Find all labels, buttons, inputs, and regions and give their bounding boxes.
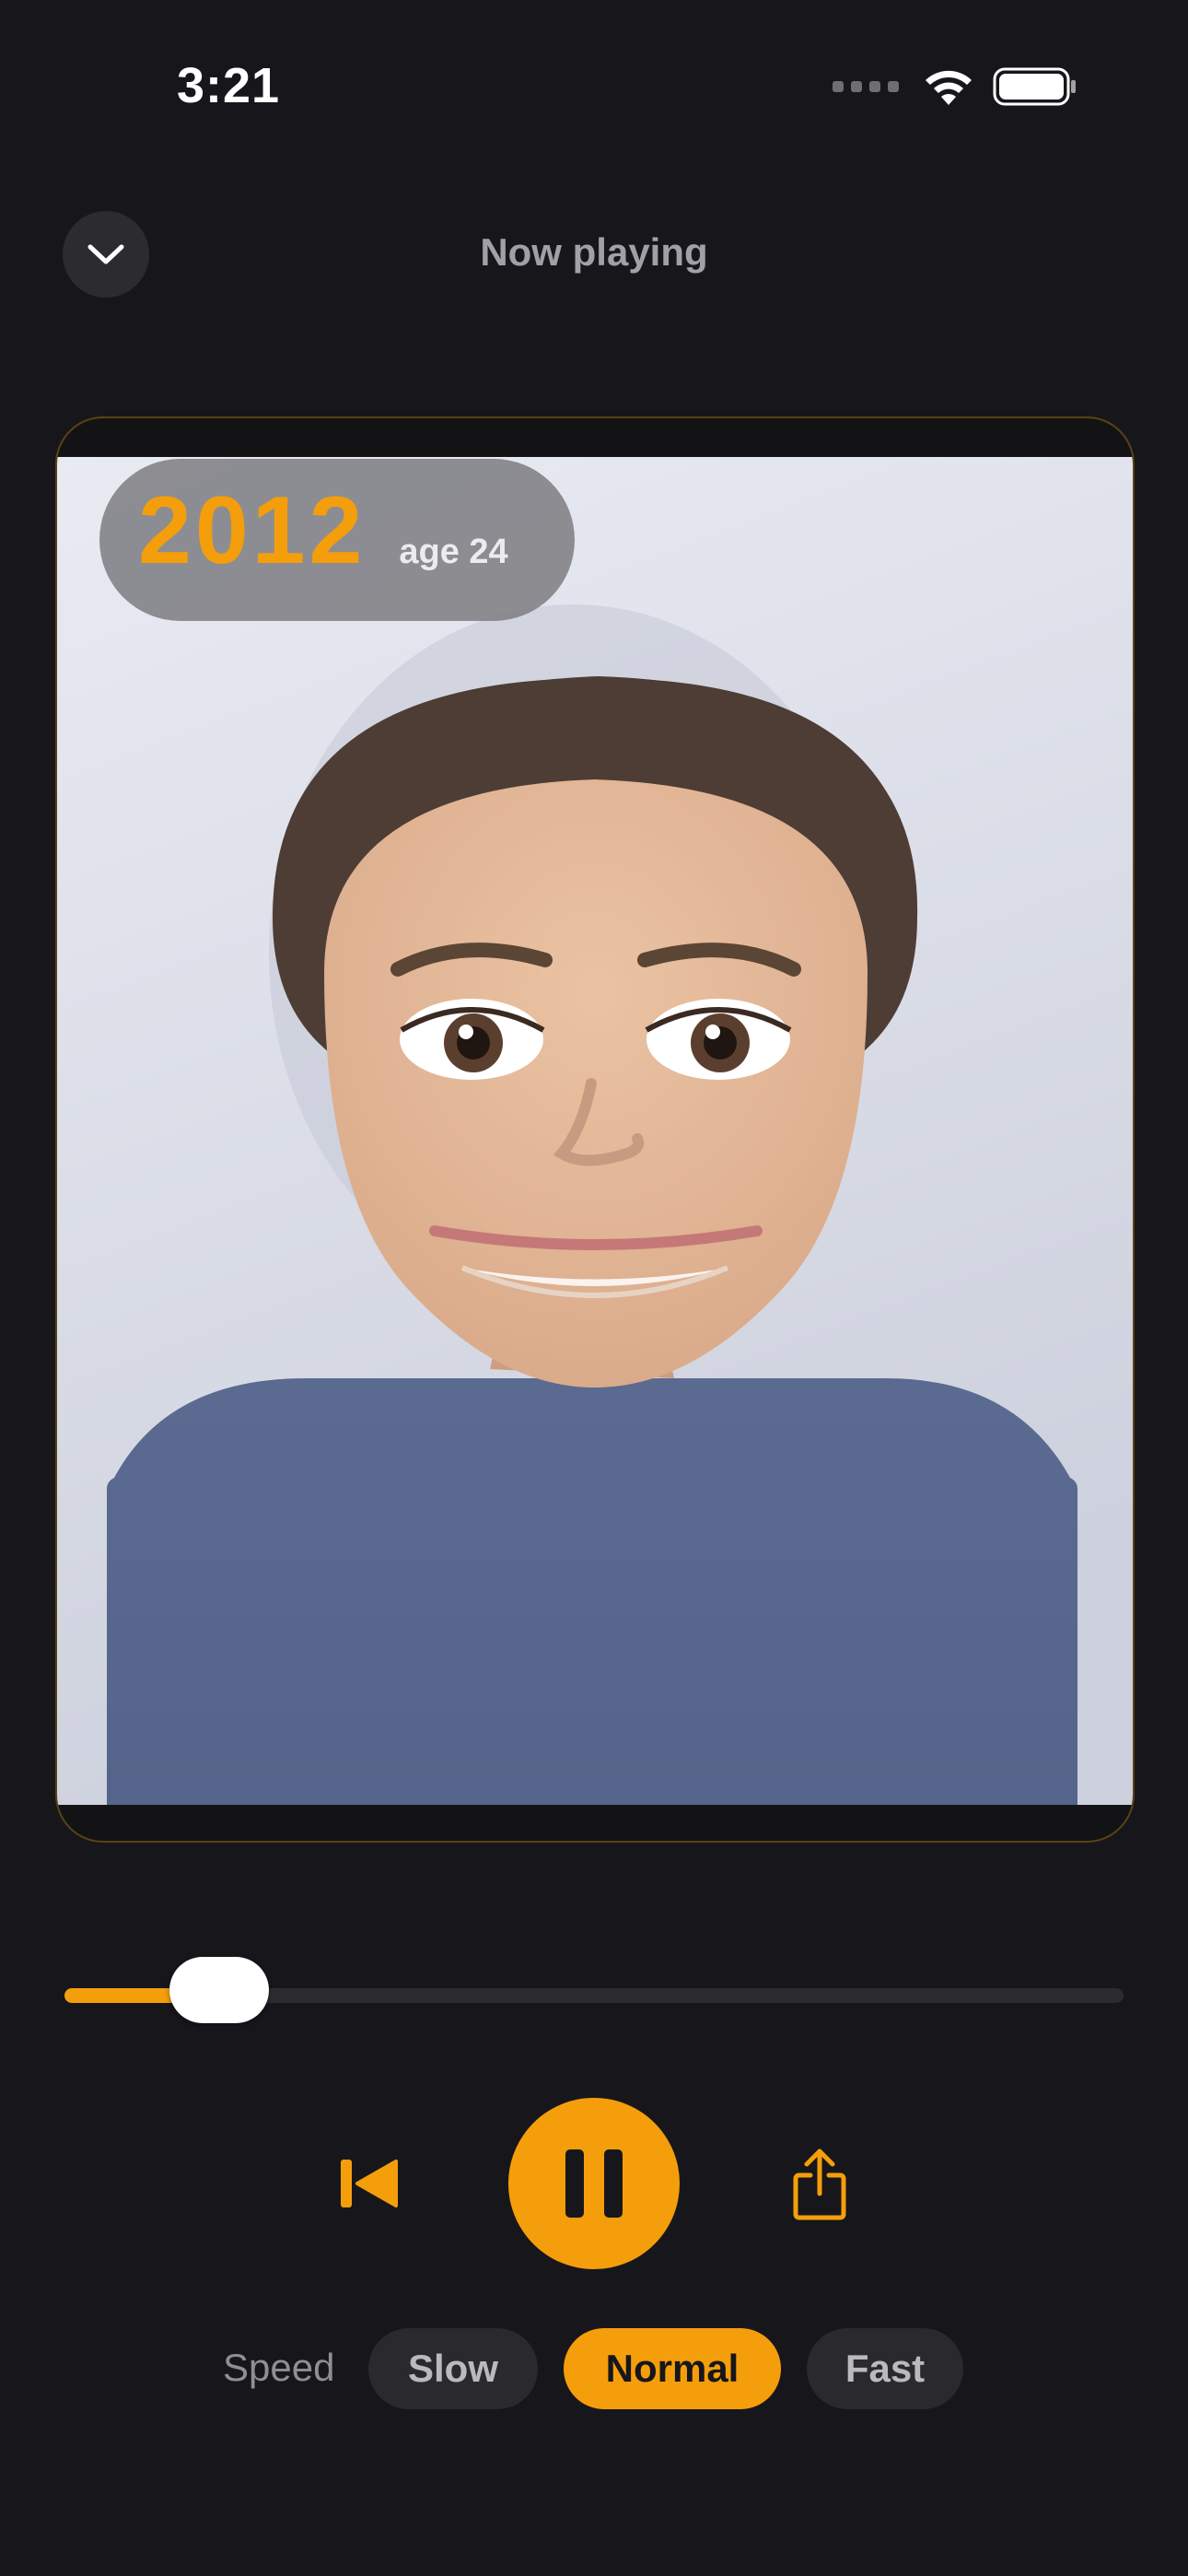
now-playing-screen: 3:21 Now playing 2012 age 24 Speed Slow … — [0, 0, 1188, 2576]
speed-label: Speed — [223, 2346, 335, 2389]
battery-icon — [993, 67, 1076, 106]
status-time: 3:21 — [177, 58, 281, 113]
age-label: age 24 — [399, 533, 508, 571]
rewind-button[interactable] — [330, 2150, 407, 2217]
speed-option-fast[interactable]: Fast — [807, 2328, 963, 2409]
cellular-signal-icon — [833, 81, 899, 92]
speed-option-slow[interactable]: Slow — [368, 2328, 538, 2409]
playback-scrubber[interactable] — [64, 1957, 1124, 2023]
share-button[interactable] — [783, 2143, 856, 2226]
portrait-image — [57, 457, 1133, 1805]
skip-back-icon — [341, 2160, 398, 2207]
wifi-icon — [926, 70, 972, 105]
media-card: 2012 age 24 — [55, 416, 1135, 1843]
pause-icon — [565, 2149, 623, 2218]
status-indicators — [833, 64, 1077, 109]
page-title: Now playing — [480, 230, 708, 274]
share-icon — [793, 2149, 846, 2220]
year-badge: 2012 age 24 — [99, 459, 575, 621]
year-label: 2012 — [138, 477, 367, 584]
pause-button[interactable] — [508, 2098, 680, 2269]
scrubber-thumb[interactable] — [169, 1957, 269, 2023]
speed-option-normal[interactable]: Normal — [564, 2328, 781, 2409]
